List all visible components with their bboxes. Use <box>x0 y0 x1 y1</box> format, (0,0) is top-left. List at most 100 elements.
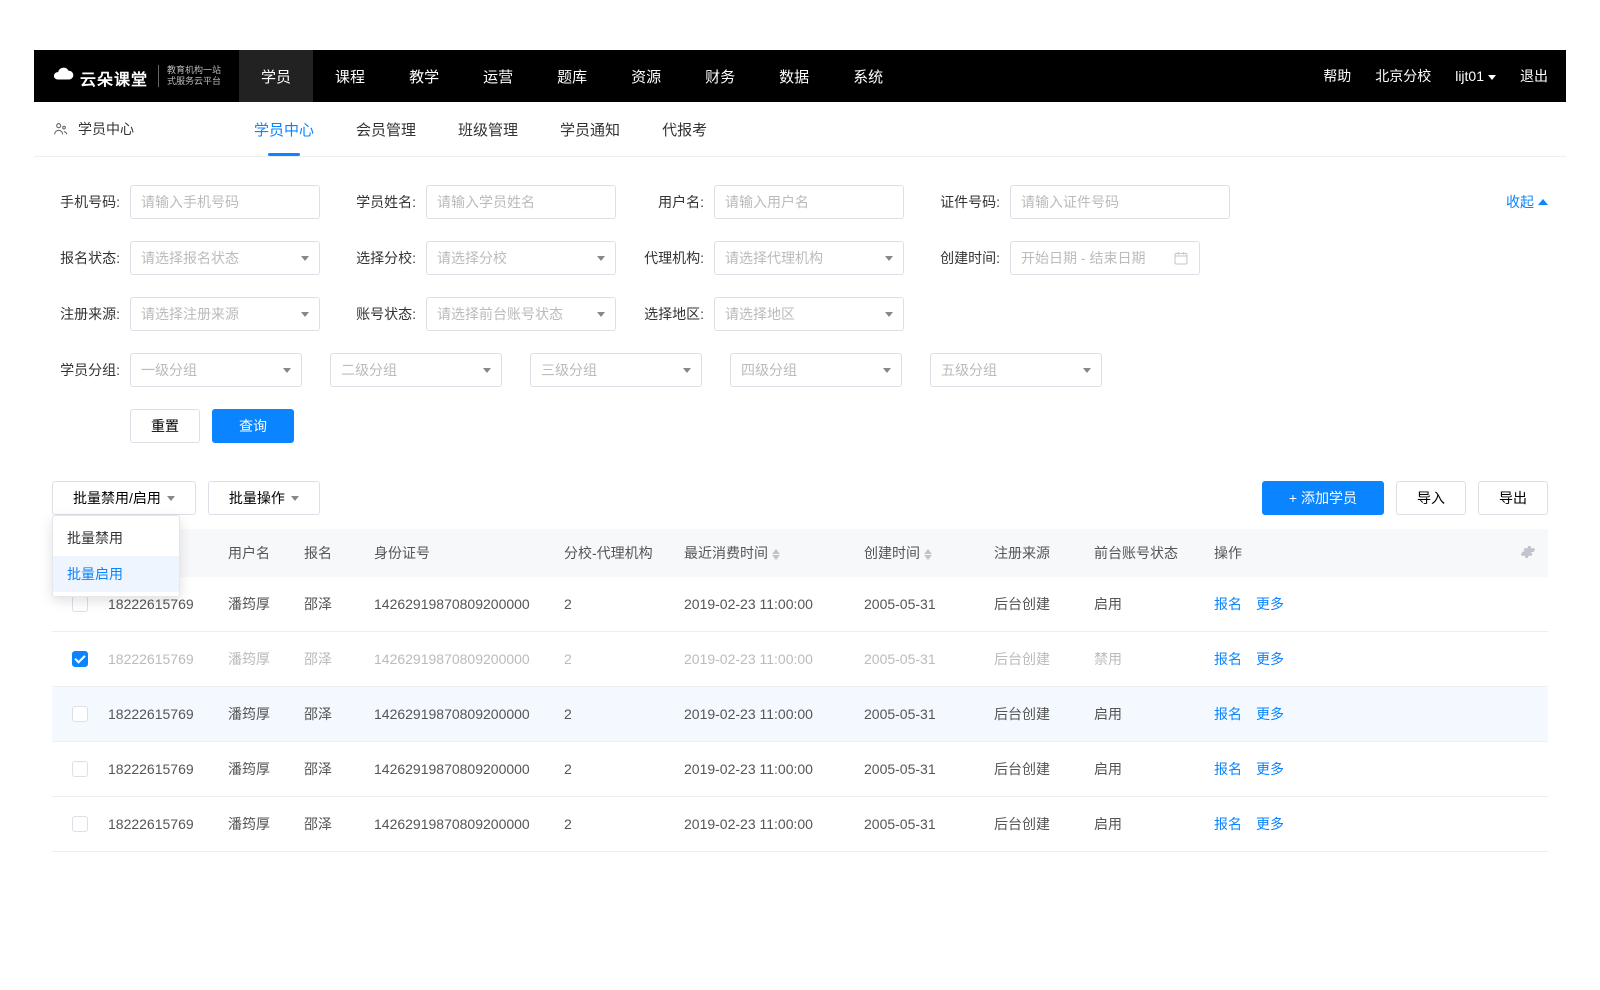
user-menu[interactable]: lijt01 <box>1455 68 1496 84</box>
search-button[interactable]: 查询 <box>212 409 294 443</box>
col-ops: 操作 <box>1214 543 1508 563</box>
cell-enroll: 邵泽 <box>304 759 374 779</box>
subnav-class[interactable]: 班级管理 <box>458 102 518 156</box>
row-enroll-link[interactable]: 报名 <box>1214 761 1242 777</box>
row-more-link[interactable]: 更多 <box>1256 651 1284 667</box>
page-title: 学员中心 <box>52 119 134 139</box>
cell-ops: 报名更多 <box>1214 649 1508 669</box>
label-phone: 手机号码: <box>52 192 120 212</box>
select-group-lv1[interactable]: 一级分组 <box>130 353 302 387</box>
row-more-link[interactable]: 更多 <box>1256 596 1284 612</box>
logout-link[interactable]: 退出 <box>1520 66 1548 86</box>
label-group: 学员分组: <box>52 360 120 380</box>
row-enroll-link[interactable]: 报名 <box>1214 706 1242 722</box>
col-last-spend[interactable]: 最近消费时间 <box>684 543 864 563</box>
subnav-member[interactable]: 会员管理 <box>356 102 416 156</box>
batch-toggle-dropdown[interactable]: 批量禁用/启用 <box>52 481 196 515</box>
cell-ops: 报名更多 <box>1214 704 1508 724</box>
label-idno: 证件号码: <box>932 192 1000 212</box>
table-settings-button[interactable] <box>1508 544 1548 563</box>
label-branch: 选择分校: <box>348 248 416 268</box>
nav-data[interactable]: 数据 <box>757 50 831 102</box>
nav-resource[interactable]: 资源 <box>609 50 683 102</box>
subnav-exam[interactable]: 代报考 <box>662 102 707 156</box>
caret-down-icon <box>1488 75 1496 80</box>
import-button[interactable]: 导入 <box>1396 481 1466 515</box>
row-checkbox[interactable] <box>72 651 88 667</box>
nav-courses[interactable]: 课程 <box>313 50 387 102</box>
input-name[interactable] <box>426 185 616 219</box>
row-more-link[interactable]: 更多 <box>1256 816 1284 832</box>
col-enroll: 报名 <box>304 543 374 563</box>
table-header: 用户名 报名 身份证号 分校-代理机构 最近消费时间 创建时间 注册来源 前台账… <box>52 529 1548 577</box>
table-row: 18222615769潘筠厚邵泽142629198708092000002201… <box>52 797 1548 852</box>
nav-teaching[interactable]: 教学 <box>387 50 461 102</box>
subnav-student-center[interactable]: 学员中心 <box>254 102 314 156</box>
reset-button[interactable]: 重置 <box>130 409 200 443</box>
select-group-lv2[interactable]: 二级分组 <box>330 353 502 387</box>
top-navbar: 云朵课堂 教育机构一站式服务云平台 学员 课程 教学 运营 题库 资源 财务 数… <box>34 50 1566 102</box>
subnav-notify[interactable]: 学员通知 <box>560 102 620 156</box>
row-enroll-link[interactable]: 报名 <box>1214 816 1242 832</box>
cloud-icon <box>52 63 74 85</box>
label-agency: 代理机构: <box>644 248 704 268</box>
row-checkbox[interactable] <box>72 761 88 777</box>
select-group-lv4[interactable]: 四级分组 <box>730 353 902 387</box>
collapse-toggle[interactable]: 收起 <box>1506 192 1548 212</box>
row-checkbox[interactable] <box>72 816 88 832</box>
select-branch[interactable]: 请选择分校 <box>426 241 616 275</box>
nav-operate[interactable]: 运营 <box>461 50 535 102</box>
nav-question-bank[interactable]: 题库 <box>535 50 609 102</box>
row-checkbox[interactable] <box>72 596 88 612</box>
col-created[interactable]: 创建时间 <box>864 543 994 563</box>
chevron-down-icon <box>1083 368 1091 373</box>
batch-enable-item[interactable]: 批量启用 <box>53 556 179 592</box>
nav-system[interactable]: 系统 <box>831 50 905 102</box>
cell-username: 潘筠厚 <box>228 649 304 669</box>
export-button[interactable]: 导出 <box>1478 481 1548 515</box>
input-username[interactable] <box>714 185 904 219</box>
cell-idno: 14262919870809200000 <box>374 706 564 722</box>
select-acct[interactable]: 请选择前台账号状态 <box>426 297 616 331</box>
cell-phone: 18222615769 <box>108 596 228 612</box>
select-group-lv5[interactable]: 五级分组 <box>930 353 1102 387</box>
row-enroll-link[interactable]: 报名 <box>1214 651 1242 667</box>
add-student-button[interactable]: + 添加学员 <box>1262 481 1384 515</box>
cell-enroll: 邵泽 <box>304 649 374 669</box>
batch-disable-item[interactable]: 批量禁用 <box>53 520 179 556</box>
chevron-down-icon <box>597 256 605 261</box>
branch-switch[interactable]: 北京分校 <box>1375 66 1431 86</box>
chevron-down-icon <box>291 496 299 501</box>
chevron-down-icon <box>301 312 309 317</box>
batch-ops-dropdown[interactable]: 批量操作 <box>208 481 320 515</box>
col-acct: 前台账号状态 <box>1094 543 1214 563</box>
daterange-created[interactable]: 开始日期 - 结束日期 <box>1010 241 1200 275</box>
chevron-down-icon <box>883 368 891 373</box>
help-link[interactable]: 帮助 <box>1323 66 1351 86</box>
cell-acct: 禁用 <box>1094 649 1214 669</box>
sort-icon <box>924 549 932 560</box>
nav-finance[interactable]: 财务 <box>683 50 757 102</box>
cell-username: 潘筠厚 <box>228 759 304 779</box>
cell-branch: 2 <box>564 761 684 777</box>
select-region[interactable]: 请选择地区 <box>714 297 904 331</box>
chevron-down-icon <box>283 368 291 373</box>
nav-students[interactable]: 学员 <box>239 50 313 102</box>
top-nav: 学员 课程 教学 运营 题库 资源 财务 数据 系统 <box>239 50 905 102</box>
select-agency[interactable]: 请选择代理机构 <box>714 241 904 275</box>
cell-branch: 2 <box>564 816 684 832</box>
input-phone[interactable] <box>130 185 320 219</box>
cell-source: 后台创建 <box>994 759 1094 779</box>
row-checkbox[interactable] <box>72 706 88 722</box>
label-username: 用户名: <box>644 192 704 212</box>
select-enroll-status[interactable]: 请选择报名状态 <box>130 241 320 275</box>
row-more-link[interactable]: 更多 <box>1256 706 1284 722</box>
input-idno[interactable] <box>1010 185 1230 219</box>
cell-phone: 18222615769 <box>108 761 228 777</box>
row-more-link[interactable]: 更多 <box>1256 761 1284 777</box>
cell-branch: 2 <box>564 651 684 667</box>
select-source[interactable]: 请选择注册来源 <box>130 297 320 331</box>
row-enroll-link[interactable]: 报名 <box>1214 596 1242 612</box>
select-group-lv3[interactable]: 三级分组 <box>530 353 702 387</box>
cell-source: 后台创建 <box>994 814 1094 834</box>
